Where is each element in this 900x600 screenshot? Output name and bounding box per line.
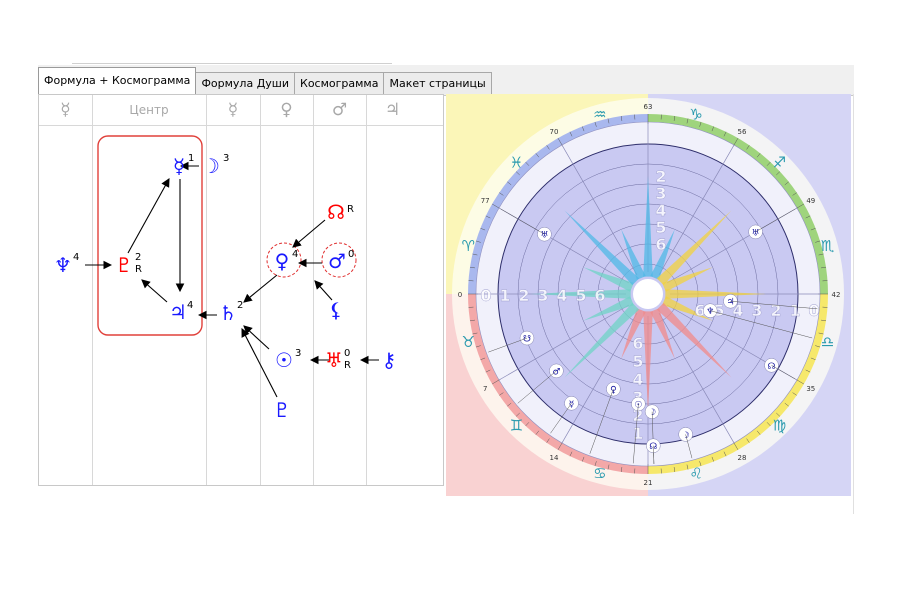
zodiac-sign-icon: ♋ [593,465,606,483]
planet-glyph-icon: ♀ [610,386,617,396]
arrow-node-venus [292,219,326,248]
zodiac-sign-icon: ♐ [773,153,786,171]
ring-number-left: 4 [556,286,567,305]
mercury-icon: ☿ [173,154,185,178]
ring-number-right: 2 [770,301,781,320]
zodiac-sign-icon: ♏ [821,237,835,255]
degree-label: 21 [644,479,653,487]
degree-label: 35 [806,385,815,393]
mercury-number: 1 [188,153,194,164]
moon-number: 3 [223,153,229,164]
zodiac-sign-icon: ♈ [462,237,475,255]
proserpina-icon: ♇ [273,398,291,422]
ring-number-left: 6 [594,286,605,305]
cosmogram-chart: 0123456654321023456654321635649423528211… [446,94,851,496]
planet-glyph-icon: ♆ [706,307,714,317]
degree-label: 28 [738,454,747,462]
saturn-number: 2 [237,300,243,311]
ring-number-top: 6 [655,235,666,254]
degree-label: 63 [644,103,653,111]
north-node-icon: ☊ [327,200,345,224]
arrow-jupiter-pluto [141,279,168,303]
scroll-edge [853,94,854,514]
chiron-icon: ⚷ [382,348,397,372]
mars-number: 0 [348,249,354,260]
venus-icon: ♀ [275,249,290,273]
saturn-icon: ♄ [219,301,237,325]
pluto-retro: R [135,264,142,275]
pluto-number: 2 [135,252,141,263]
ring-number-bottom: 1 [632,424,643,443]
degree-label: 77 [481,197,490,205]
tab-cosmogram[interactable]: Космограмма [294,72,385,94]
tab-formula-cosmogram[interactable]: Формула + Космограмма [38,67,197,94]
zodiac-sign-icon: ♉ [462,333,475,351]
zodiac-sign-icon: ♍ [773,417,786,435]
cosmogram-svg: 0123456654321023456654321635649423528211… [446,94,851,496]
arrow-proserpina-saturn [241,328,278,398]
sun-number: 3 [295,348,301,359]
ring-number-bottom: 6 [632,334,643,353]
ring-number-left: 2 [518,286,529,305]
jupiter-icon: ♃ [169,300,187,324]
planet-glyph-icon: ☽ [682,431,690,441]
uranus-retro: R [344,360,351,371]
degree-label: 7 [483,385,487,393]
tab-soul-formula[interactable]: Формула Души [195,72,296,94]
lilith-icon: ⚸ [329,298,344,322]
degree-label: 56 [738,128,747,136]
ring-number-left: 0 [480,286,491,305]
ring-number-bottom: 4 [632,370,643,389]
planet-glyph-icon: ♅ [540,231,548,241]
mars-icon: ♂ [328,249,346,273]
zodiac-sign-icon: ♒ [593,105,606,123]
uranus-icon: ♅ [325,348,343,372]
zodiac-sign-icon: ♎ [821,333,834,351]
center-circle [633,279,663,309]
planet-glyph-icon: ☿ [569,400,575,410]
zodiac-sign-icon: ♑ [689,105,702,123]
planet-glyph-icon: ♃ [726,298,734,308]
arrow-sun-saturn [243,325,270,350]
ring-number-left: 3 [537,286,548,305]
jupiter-number: 4 [187,300,193,311]
arrow-venus-saturn [243,274,278,303]
tab-bar: Формула + Космограмма Формула Души Космо… [38,66,492,94]
degree-label: 42 [832,291,841,299]
zodiac-sign-icon: ♌ [689,465,702,483]
uranus-number: 0 [344,348,350,359]
degree-label: 70 [550,128,559,136]
ring-number-right: 1 [789,301,800,320]
degree-label: 49 [806,197,815,205]
moon-icon: ☽ [202,154,220,178]
formula-diagram: ☿ ☽ ♇ ♆ ♃ ♄ ♀ ♂ ☊ ⚸ ☉ ♅ ⚷ ♇ 1 3 2 R 4 4 … [54,135,397,422]
sun-icon: ☉ [275,348,293,372]
planet-glyph-icon: ☋ [523,335,531,345]
venus-number: 4 [292,249,298,260]
degree-label: 14 [550,454,559,462]
ring-number-left: 5 [575,286,586,305]
zodiac-sign-icon: ♊ [510,417,523,435]
ring-number-right: 0 [808,301,819,320]
neptune-number: 4 [73,252,79,263]
degree-label: 0 [458,291,462,299]
tab-page-layout[interactable]: Макет страницы [383,72,492,94]
zodiac-sign-icon: ♓ [510,153,523,171]
formula-panel: ☿ Центр ☿ ♀ ♂ ♃ ☿ ☽ ♇ ♆ ♃ ♄ ♀ ♂ ☊ ⚸ ☉ ♅ … [38,94,444,486]
arrow-pluto-mercury [127,178,170,254]
planet-glyph-icon: ♂ [552,367,560,377]
planet-glyph-icon: ♅ [752,228,760,238]
neptune-icon: ♆ [54,253,72,277]
ring-number-bottom: 5 [632,352,643,371]
pluto-icon: ♇ [115,253,133,277]
ring-number-left: 1 [499,286,510,305]
node-retro: R [347,204,354,215]
toolbar-divider [72,63,392,64]
